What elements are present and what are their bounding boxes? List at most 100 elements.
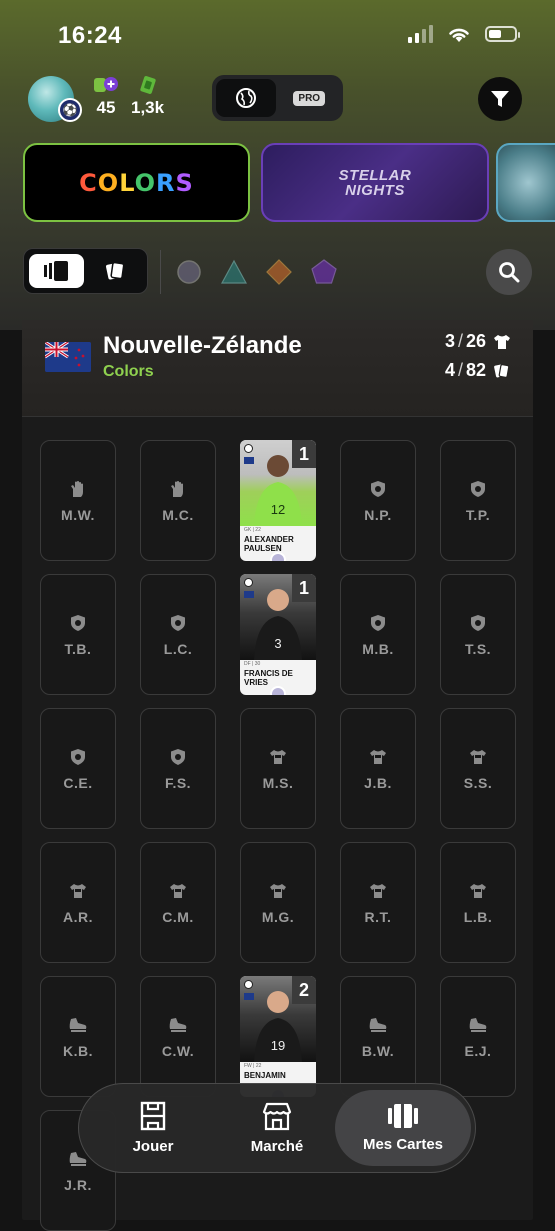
empty-slot[interactable]: T.S. bbox=[440, 574, 516, 695]
album-view-icon bbox=[44, 261, 69, 281]
wifi-icon bbox=[449, 28, 469, 42]
empty-slot[interactable]: E.J. bbox=[440, 976, 516, 1097]
jersey-icon bbox=[269, 881, 287, 901]
coins-value: 1,3k bbox=[131, 98, 165, 117]
filters-row bbox=[0, 248, 555, 296]
slot-label: N.P. bbox=[364, 506, 392, 523]
jersey-icon bbox=[269, 747, 287, 767]
player-name: Francis de Vries bbox=[244, 669, 293, 687]
player-name: Alexander Paulsen bbox=[244, 535, 294, 553]
slot-label: C.W. bbox=[161, 1042, 195, 1059]
empty-slot[interactable]: S.S. bbox=[440, 708, 516, 829]
collection-colors[interactable]: COLORS bbox=[23, 143, 250, 222]
new-zealand-flag-icon bbox=[45, 342, 91, 372]
jersey-icon bbox=[369, 881, 387, 901]
glove-icon bbox=[69, 479, 87, 499]
empty-slot[interactable]: C.W. bbox=[140, 976, 216, 1097]
view-cards-button[interactable] bbox=[88, 254, 143, 288]
player-card[interactable]: 3 1 DF | 30 Francis de Vries bbox=[240, 574, 316, 695]
coins-stat[interactable]: 1,3k bbox=[131, 74, 164, 118]
bottom-navigation: Jouer Marché Mes Cartes bbox=[78, 1083, 476, 1173]
slot-label: J.B. bbox=[364, 774, 392, 791]
slot-label: K.B. bbox=[63, 1042, 93, 1059]
empty-slot[interactable]: C.M. bbox=[140, 842, 216, 963]
search-button[interactable] bbox=[486, 249, 532, 295]
card-count-badge: 1 bbox=[292, 440, 316, 468]
collection-next[interactable] bbox=[496, 143, 555, 222]
nav-play[interactable]: Jouer bbox=[97, 1090, 209, 1166]
empty-slot[interactable]: R.T. bbox=[340, 842, 416, 963]
shield-icon bbox=[370, 613, 386, 633]
status-bar: 16:24 bbox=[0, 0, 555, 74]
empty-slot[interactable]: M.G. bbox=[240, 842, 316, 963]
empty-slot[interactable]: F.S. bbox=[140, 708, 216, 829]
jersey-icon bbox=[469, 747, 487, 767]
nav-my-cards[interactable]: Mes Cartes bbox=[335, 1090, 471, 1166]
card-logo-icon bbox=[244, 444, 253, 453]
rarity-triangle-icon[interactable] bbox=[221, 259, 247, 285]
team-name: Nouvelle-Zélande bbox=[103, 332, 302, 359]
empty-slot[interactable]: M.B. bbox=[340, 574, 416, 695]
filter-button[interactable] bbox=[478, 77, 522, 121]
slot-label: S.S. bbox=[463, 774, 493, 791]
view-album-button[interactable] bbox=[29, 254, 84, 288]
mode-global-button[interactable] bbox=[216, 79, 276, 117]
rarity-pentagon-icon[interactable] bbox=[311, 259, 337, 285]
empty-slot[interactable]: L.B. bbox=[440, 842, 516, 963]
nav-market[interactable]: Marché bbox=[221, 1090, 333, 1166]
nav-market-label: Marché bbox=[250, 1138, 304, 1155]
slot-label: M.C. bbox=[162, 506, 194, 523]
boot-icon bbox=[168, 1015, 188, 1035]
xp-plus-icon bbox=[92, 74, 120, 96]
empty-slot[interactable]: J.B. bbox=[340, 708, 416, 829]
jersey-icon bbox=[369, 747, 387, 767]
slot-label: R.T. bbox=[364, 908, 392, 925]
shield-icon bbox=[170, 613, 186, 633]
status-time: 16:24 bbox=[58, 22, 122, 49]
jersey-icon bbox=[69, 881, 87, 901]
cards-icon bbox=[494, 363, 510, 378]
funnel-icon bbox=[491, 91, 509, 107]
empty-slot[interactable]: T.B. bbox=[40, 574, 116, 695]
empty-slot[interactable]: M.S. bbox=[240, 708, 316, 829]
card-count-badge: 2 bbox=[292, 976, 316, 1004]
player-card[interactable]: 12 1 GK | 22 Alexander Paulsen bbox=[240, 440, 316, 561]
rarity-diamond-icon[interactable] bbox=[266, 259, 292, 285]
player-meta: DF | 30 bbox=[244, 661, 261, 667]
empty-slot[interactable]: M.W. bbox=[40, 440, 116, 561]
svg-text:12: 12 bbox=[271, 502, 285, 517]
slot-label: C.E. bbox=[63, 774, 93, 791]
player-name: Benjamin bbox=[244, 1071, 286, 1080]
mode-pro-button[interactable]: PRO bbox=[280, 79, 340, 117]
xp-stat[interactable]: 45 bbox=[92, 74, 120, 118]
empty-slot[interactable]: A.R. bbox=[40, 842, 116, 963]
empty-slot[interactable]: B.W. bbox=[340, 976, 416, 1097]
xp-value: 45 bbox=[96, 98, 116, 117]
empty-slot[interactable]: L.C. bbox=[140, 574, 216, 695]
filters-divider bbox=[160, 250, 161, 294]
player-meta: FW | 22 bbox=[244, 1063, 262, 1069]
jersey-icon bbox=[494, 334, 510, 349]
svg-text:19: 19 bbox=[271, 1038, 285, 1053]
empty-slot[interactable]: T.P. bbox=[440, 440, 516, 561]
shield-icon bbox=[70, 747, 86, 767]
stellar-nights-logo: STELLAR NIGHTS bbox=[338, 166, 412, 199]
empty-slot[interactable]: M.C. bbox=[140, 440, 216, 561]
mini-flag-icon bbox=[244, 591, 254, 598]
team-header: Nouvelle-Zélande Colors 3/26 4/82 bbox=[22, 320, 533, 417]
rarity-badge-icon bbox=[270, 552, 286, 561]
search-icon bbox=[499, 262, 520, 283]
empty-slot[interactable]: N.P. bbox=[340, 440, 416, 561]
slot-label: E.J. bbox=[464, 1042, 492, 1059]
slot-label: L.C. bbox=[163, 640, 193, 657]
view-toggle bbox=[23, 248, 148, 294]
player-card[interactable]: 19 2 FW | 22 Benjamin bbox=[240, 976, 316, 1097]
slot-label: A.R. bbox=[63, 908, 93, 925]
team-collection: Colors bbox=[103, 363, 154, 380]
slot-label: T.P. bbox=[465, 506, 491, 523]
rarity-circle-icon[interactable] bbox=[176, 259, 202, 285]
empty-slot[interactable]: C.E. bbox=[40, 708, 116, 829]
collection-stellar-nights[interactable]: STELLAR NIGHTS bbox=[261, 143, 489, 222]
colors-logo: COLORS bbox=[79, 168, 194, 197]
empty-slot[interactable]: K.B. bbox=[40, 976, 116, 1097]
